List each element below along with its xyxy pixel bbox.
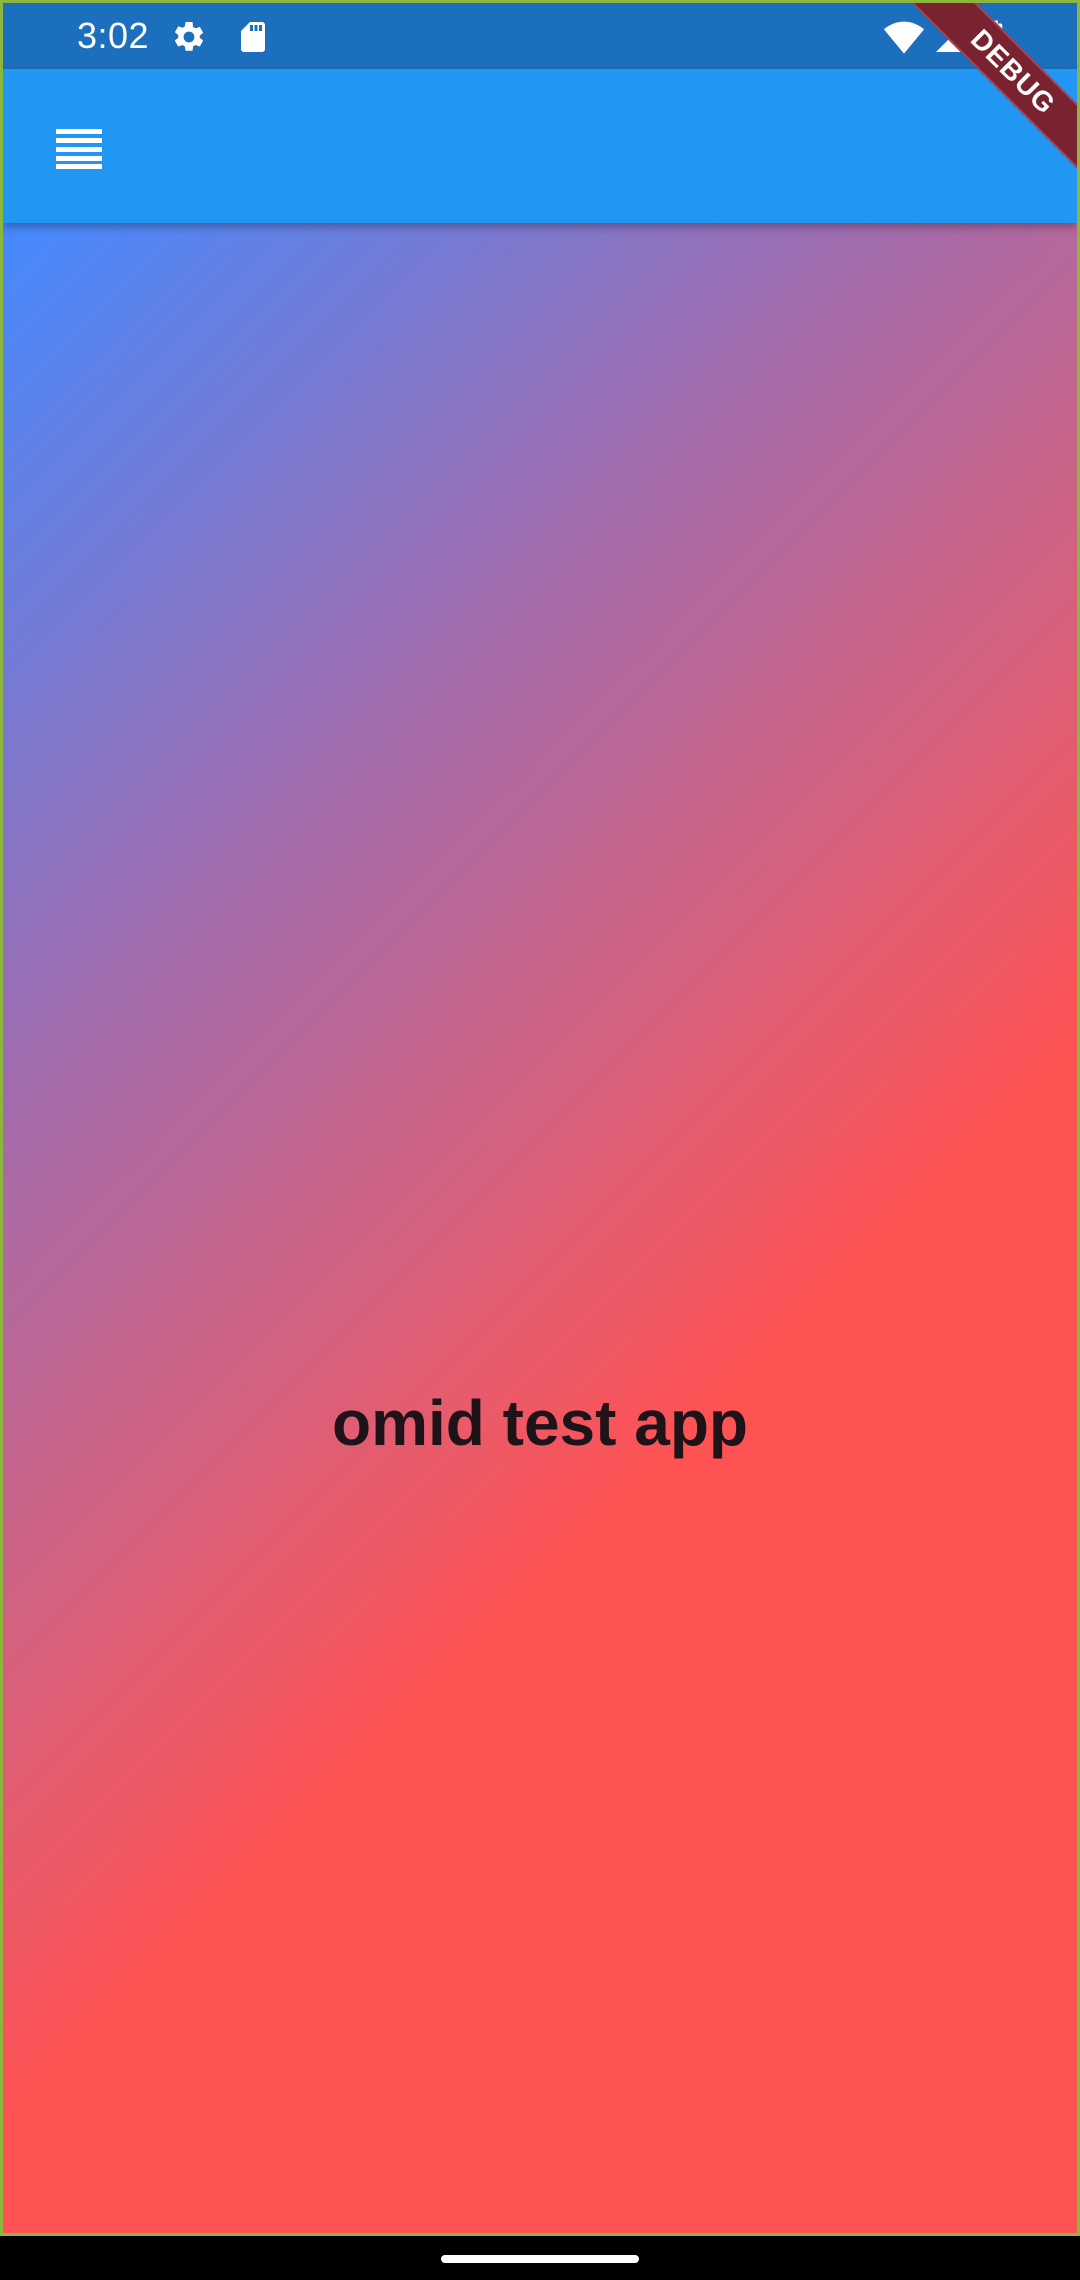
app-bar [3,69,1077,223]
page-title: omid test app [331,1387,749,1459]
wifi-icon [883,19,925,55]
app-frame: 3:02 omid test app DEBUG [0,0,1080,2236]
gradient-body: omid test app [3,223,1077,2233]
status-time: 3:02 [77,15,150,56]
battery-icon [981,19,1007,55]
status-bar: 3:02 [3,3,1077,69]
menu-button[interactable] [43,113,115,185]
phone-screen: 3:02 omid test app DEBUG [0,0,1080,2280]
cellular-signal-icon [933,19,969,55]
navigation-gesture-handle[interactable] [441,2255,639,2263]
settings-icon [171,19,207,55]
menu-icon [56,129,102,169]
sd-card-icon [235,19,271,55]
